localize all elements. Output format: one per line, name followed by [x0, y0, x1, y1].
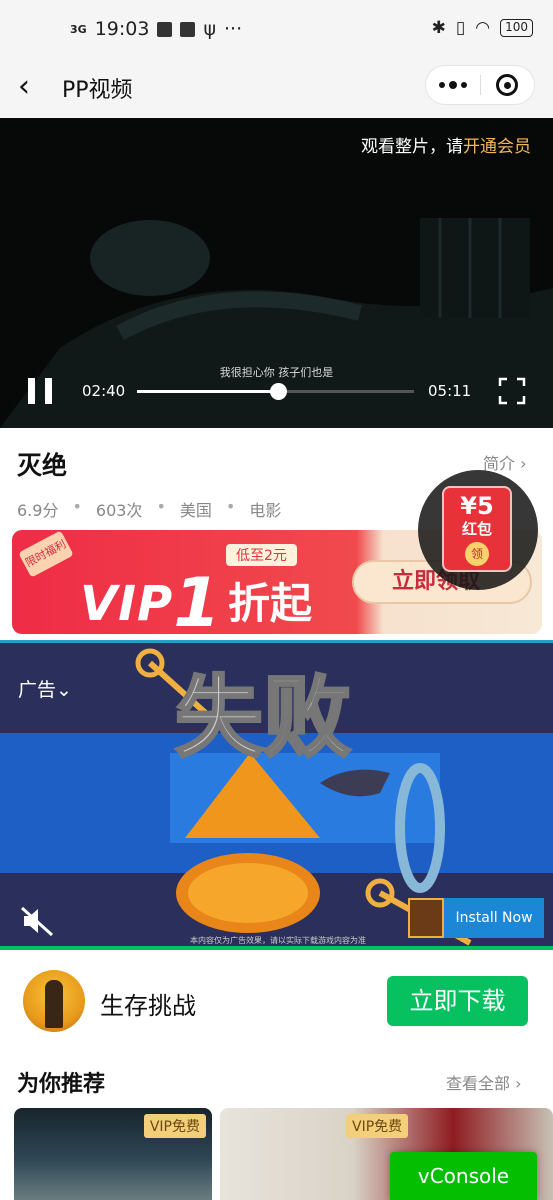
install-now-button[interactable]: Install Now [408, 898, 544, 938]
discount-number: 1 [173, 564, 222, 634]
see-all-label: 查看全部 [446, 1074, 511, 1093]
movie-plays: 603次 [95, 501, 143, 520]
see-all-link[interactable]: 查看全部 › [446, 1070, 522, 1094]
more-notifications-icon: ··· [224, 18, 243, 40]
vibrate-icon: ▯ [455, 18, 466, 38]
progress-bar[interactable] [137, 383, 414, 400]
open-vip-link[interactable]: 开通会员 [463, 137, 531, 157]
ad-label-text: 广告 [18, 679, 57, 701]
battery-icon: 100 [500, 19, 533, 37]
pause-icon[interactable] [28, 378, 52, 404]
vip-free-badge: VIP免费 [346, 1114, 409, 1138]
red-packet-label: 红包 [461, 520, 492, 538]
nav-bar: ‹ PP视频 [0, 58, 553, 118]
red-packet-action: 领 [465, 542, 489, 566]
video-controls: 02:40 05:11 [0, 370, 553, 412]
progress-fill [137, 390, 279, 393]
movie-meta: 6.9分 • 603次 • 美国 • 电影 [17, 497, 281, 521]
meta-dot: • [72, 497, 82, 516]
vip-prompt[interactable]: 观看整片，请开通会员 [361, 132, 531, 157]
back-icon[interactable]: ‹ [18, 68, 30, 106]
meta-dot: • [156, 497, 166, 516]
vip-prompt-text: 观看整片，请 [361, 137, 463, 157]
download-button[interactable]: 立即下载 [387, 976, 528, 1026]
svg-text:失败: 失败 [175, 666, 351, 769]
app-promo-row: 生存挑战 立即下载 [0, 950, 553, 1050]
vconsole-button[interactable]: vConsole [390, 1152, 537, 1200]
current-time: 02:40 [82, 382, 126, 400]
fullscreen-icon[interactable] [498, 377, 526, 405]
red-packet-icon: ¥5 红包 领 [442, 486, 512, 572]
recommend-title: 为你推荐 [17, 1072, 106, 1097]
discount-suffix: 折起 [228, 579, 313, 628]
mute-icon[interactable] [20, 905, 56, 937]
progress-handle[interactable] [270, 383, 288, 400]
vip-free-badge: VIP免费 [143, 1114, 206, 1138]
movie-title: 灭绝 [17, 451, 68, 480]
close-target-icon[interactable] [481, 74, 535, 96]
wifi-icon: ◠ [475, 18, 491, 38]
total-time: 05:11 [428, 382, 472, 400]
ad-label[interactable]: 广告⌄ [18, 675, 72, 702]
install-label: Install Now [455, 910, 533, 926]
app-notification-icon [180, 21, 196, 37]
chevron-right-icon: › [515, 1074, 522, 1093]
meta-dot: • [225, 497, 236, 516]
ad-disclaimer: 本内容仅为广告效果，请以实际下载游戏内容为准 [190, 936, 366, 945]
more-dots-icon[interactable] [426, 80, 480, 89]
video-player[interactable]: 观看整片，请开通会员 我很担心你 孩子们也是 02:40 05:11 [0, 118, 553, 428]
price-pill: 低至2元 [226, 544, 297, 566]
app-name: 生存挑战 [100, 992, 196, 1020]
chevron-right-icon: › [520, 454, 527, 473]
status-time: 19:03 [94, 18, 150, 40]
limited-offer-tag: 限时福利 [18, 530, 74, 578]
game-thumbnail [408, 898, 444, 938]
ad-video[interactable]: 失败 广告⌄ Install Now 本内容仅为广告效果，请以实际下载游戏内容为… [0, 640, 553, 948]
status-left: 3G 19:03 ψ ··· [70, 18, 242, 40]
app-avatar [23, 970, 85, 1032]
vip-headline: VIP1 [80, 558, 222, 634]
vip-text: VIP [80, 576, 174, 632]
status-right: ✱ ▯ ◠ 100 [432, 18, 533, 38]
network-signal-icon: 3G [70, 22, 87, 36]
notification-icon [157, 21, 173, 37]
red-packet-float[interactable]: ¥5 红包 领 [418, 470, 538, 590]
mini-program-capsule [425, 65, 535, 105]
recommend-poster[interactable]: VIP免费 [14, 1108, 212, 1200]
usb-icon: ψ [203, 18, 216, 40]
movie-country: 美国 [179, 501, 212, 520]
bluetooth-icon: ✱ [431, 18, 446, 38]
movie-category: 电影 [249, 501, 282, 520]
red-packet-amount: ¥5 [460, 492, 494, 520]
status-bar: 3G 19:03 ψ ··· ✱ ▯ ◠ 100 [0, 0, 553, 58]
page-title: PP视频 [62, 78, 133, 103]
chevron-down-icon: ⌄ [56, 679, 72, 701]
movie-rating: 6.9分 [17, 501, 59, 520]
